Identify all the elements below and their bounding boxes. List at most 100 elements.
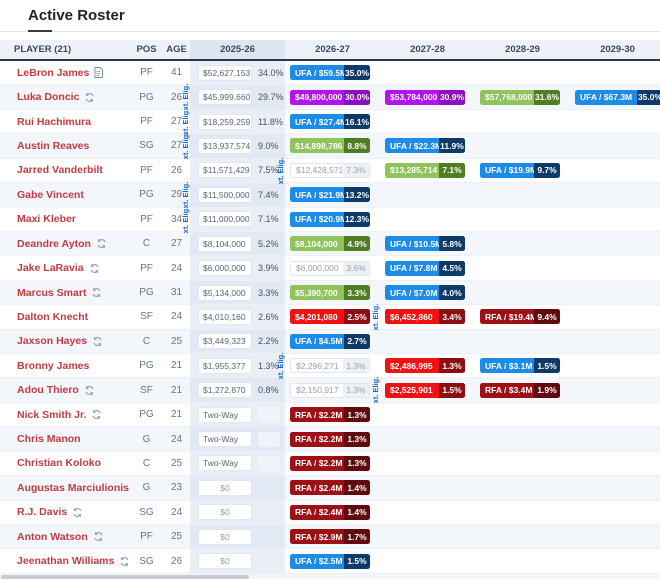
contract-chip[interactable]: RFA / $3.4M1.9% — [480, 383, 560, 398]
player-name[interactable]: Luka Doncic — [17, 91, 79, 103]
contract-chip[interactable]: RFA / $2.4M1.4% — [290, 480, 370, 495]
player-name[interactable]: Marcus Smart — [17, 287, 86, 299]
chip-cap-pct: 3.4% — [439, 309, 465, 324]
contract-chip[interactable]: UFA / $19.9M9.7% — [480, 163, 560, 178]
contract-chip[interactable]: UFA / $7.0M4.0% — [385, 285, 465, 300]
player-name[interactable]: Rui Hachimura — [17, 116, 91, 128]
contract-chip[interactable]: $6,452,8603.4% — [385, 309, 465, 324]
trade-restriction-icon[interactable] — [89, 263, 100, 274]
player-name[interactable]: Anton Watson — [17, 531, 88, 543]
contract-chip[interactable]: $14,898,7868.8% — [290, 138, 370, 153]
column-header-2029-30[interactable]: 2029-30 — [570, 40, 660, 59]
contract-chip[interactable]: $4,201,0802.5% — [290, 309, 370, 324]
cap-pct: 34.0% — [258, 68, 284, 78]
player-name[interactable]: Jaxson Hayes — [17, 335, 87, 347]
contract-chip[interactable]: $13,285,7147.1% — [385, 163, 465, 178]
player-position: SG — [130, 507, 163, 518]
contract-chip[interactable]: $5,390,7003.3% — [290, 285, 370, 300]
chip-value: UFA / $3.1M — [480, 361, 534, 371]
column-header-2027-28[interactable]: 2027-28 — [380, 40, 475, 59]
player-name[interactable]: Dalton Knecht — [17, 311, 88, 323]
trade-restriction-icon[interactable] — [96, 238, 107, 249]
contract-chip[interactable]: $6,000,0003.6% — [290, 261, 370, 276]
player-name[interactable]: Jeenathan Williams — [17, 555, 114, 567]
contract-chip[interactable]: $49,800,00030.0% — [290, 90, 370, 105]
contract-chip[interactable]: $12,428,5717.3% — [290, 163, 370, 178]
player-name[interactable]: Deandre Ayton — [17, 238, 91, 250]
player-name[interactable]: Christian Koloko — [17, 457, 101, 469]
player-name[interactable]: R.J. Davis — [17, 506, 67, 518]
contract-chip[interactable]: RFA / $2.4M1.4% — [290, 505, 370, 520]
contract-chip[interactable]: RFA / $2.2M1.3% — [290, 456, 370, 471]
player-name[interactable]: Augustas Marciulionis — [17, 482, 129, 494]
player-age: 25 — [163, 458, 190, 469]
contract-chip[interactable]: UFA / $10.5M5.8% — [385, 236, 465, 251]
contract-chip[interactable]: UFA / $27.4M16.1% — [290, 114, 370, 129]
player-position: G — [130, 482, 163, 493]
trade-restriction-icon[interactable] — [91, 409, 102, 420]
column-header-player[interactable]: PLAYER (21) — [0, 40, 130, 59]
chip-value: RFA / $2.2M — [290, 434, 344, 444]
table-row: Jeenathan Williams SG 26 $0 UFA / $2.5M1… — [0, 549, 660, 573]
player-name[interactable]: Jake LaRavia — [17, 262, 84, 274]
contract-chip[interactable]: UFA / $59.5M35.0% — [290, 65, 370, 80]
contract-chip[interactable]: RFA / $19.4M9.4% — [480, 309, 560, 324]
contract-chip[interactable]: $2,296,2711.3% — [290, 358, 370, 373]
contract-chip[interactable]: $2,486,9951.3% — [385, 358, 465, 373]
chip-value: $4,201,080 — [290, 312, 344, 322]
contract-chip[interactable]: UFA / $21.9M13.2% — [290, 187, 370, 202]
player-name[interactable]: Gabe Vincent — [17, 189, 84, 201]
column-header-2026-27[interactable]: 2026-27 — [285, 40, 380, 59]
player-name[interactable]: Bronny James — [17, 360, 89, 372]
page-title: Active Roster — [28, 7, 125, 24]
chip-value: UFA / $2.5M — [290, 556, 344, 566]
column-header-pos[interactable]: POS — [130, 40, 163, 59]
player-name[interactable]: LeBron James — [17, 67, 89, 79]
year-cell-2029-30: UFA / $67.3M35.0% — [570, 85, 660, 108]
player-cell: Nick Smith Jr. — [0, 409, 130, 421]
player-name[interactable]: Nick Smith Jr. — [17, 409, 86, 421]
trade-restriction-icon[interactable] — [84, 92, 95, 103]
contract-chip[interactable]: UFA / $20.9M12.3% — [290, 212, 370, 227]
contract-chip[interactable]: $2,525,9011.5% — [385, 383, 465, 398]
contract-chip[interactable]: UFA / $67.3M35.0% — [575, 90, 660, 105]
player-name[interactable]: Austin Reaves — [17, 140, 89, 152]
contract-chip[interactable]: RFA / $2.2M1.3% — [290, 432, 370, 447]
cap-value-box: $11,571,429 — [198, 162, 252, 178]
title-bar: Active Roster — [0, 0, 660, 40]
trade-restriction-icon[interactable] — [91, 287, 102, 298]
player-position: PF — [130, 531, 163, 542]
contract-chip[interactable]: $53,784,00030.9% — [385, 90, 465, 105]
player-name[interactable]: Chris Manon — [17, 433, 81, 445]
contract-chip[interactable]: UFA / $2.5M1.5% — [290, 554, 370, 569]
player-position: PF — [130, 165, 163, 176]
trade-restriction-icon[interactable] — [93, 531, 104, 542]
column-header-age[interactable]: AGE — [163, 40, 190, 59]
column-header-2025-26[interactable]: 2025-26 — [190, 40, 285, 59]
contract-chip[interactable]: UFA / $3.1M1.5% — [480, 358, 560, 373]
contract-chip[interactable]: UFA / $7.8M4.5% — [385, 261, 465, 276]
contract-note-icon[interactable] — [94, 67, 103, 78]
player-age: 25 — [163, 531, 190, 542]
contract-chip[interactable]: RFA / $2.2M1.3% — [290, 407, 370, 422]
trade-restriction-icon[interactable] — [119, 556, 130, 567]
chip-value: $5,390,700 — [290, 288, 344, 298]
player-name[interactable]: Adou Thiero — [17, 384, 79, 396]
contract-chip[interactable]: $57,768,00031.6% — [480, 90, 560, 105]
contract-chip[interactable]: $8,104,0004.9% — [290, 236, 370, 251]
contract-chip[interactable]: RFA / $2.9M1.7% — [290, 529, 370, 544]
player-name[interactable]: Maxi Kleber — [17, 213, 76, 225]
trade-restriction-icon[interactable] — [84, 385, 95, 396]
contract-chip[interactable]: UFA / $4.5M2.7% — [290, 334, 370, 349]
contract-chip[interactable]: UFA / $22.3M11.9% — [385, 138, 465, 153]
trade-restriction-icon[interactable] — [92, 336, 103, 347]
year-cell-2027-28: UFA / $10.5M5.8% — [380, 232, 475, 255]
cap-value-box: $0 — [198, 529, 252, 545]
player-name[interactable]: Jarred Vanderbilt — [17, 164, 103, 176]
contract-chip[interactable]: $2,150,9171.3% — [290, 383, 370, 398]
chip-cap-pct: 1.3% — [344, 407, 370, 422]
horizontal-scrollbar[interactable] — [0, 574, 660, 579]
horizontal-scrollbar-thumb[interactable] — [1, 575, 249, 579]
column-header-2028-29[interactable]: 2028-29 — [475, 40, 570, 59]
trade-restriction-icon[interactable] — [72, 507, 83, 518]
